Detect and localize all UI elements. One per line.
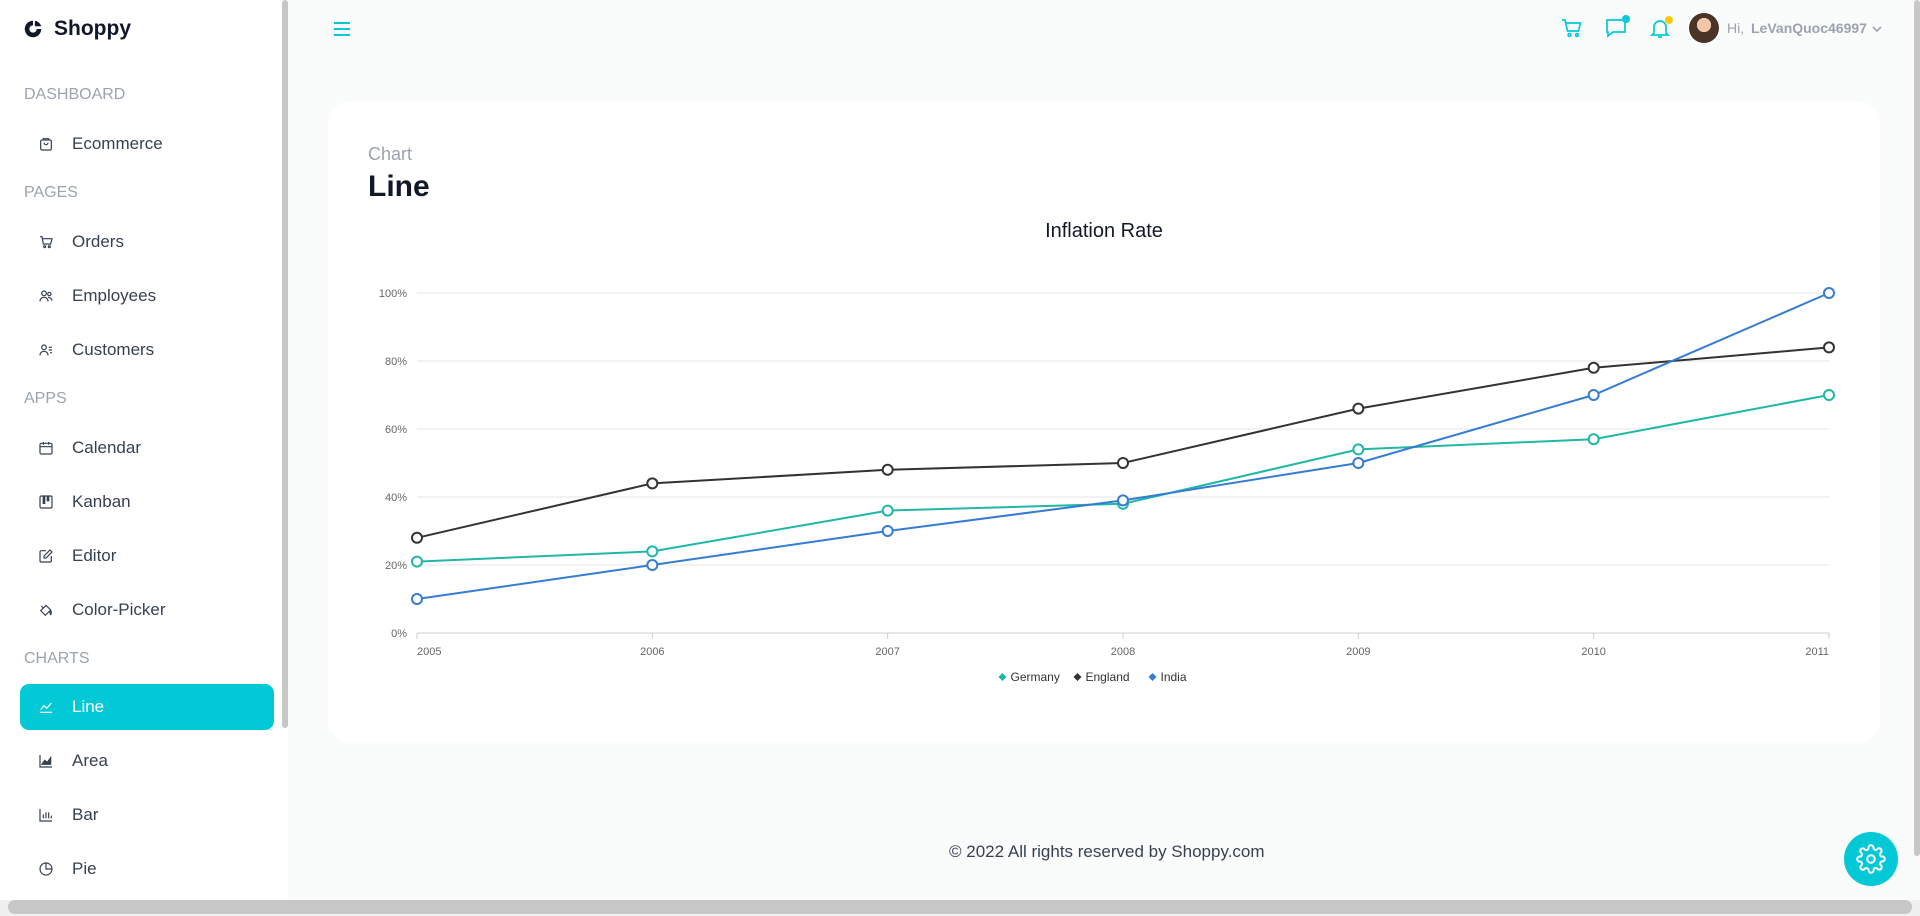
data-point-india bbox=[1823, 287, 1835, 299]
chart-grid: 0% 20% 40% 60% 80% 100% 2005 2006 2007 2008 2009 20… bbox=[379, 288, 1830, 658]
y-tick-label: 100% bbox=[379, 288, 407, 300]
data-point-india bbox=[646, 559, 659, 571]
data-point-england bbox=[1352, 402, 1365, 415]
data-point-germany bbox=[646, 545, 659, 558]
legend-label-england: England bbox=[1086, 670, 1130, 684]
data-point-india bbox=[1117, 494, 1129, 507]
x-tick-label: 2011 bbox=[1805, 646, 1829, 658]
data-point-england bbox=[1117, 457, 1129, 469]
legend-label-india: India bbox=[1161, 670, 1187, 684]
page-vertical-scrollbar[interactable] bbox=[1914, 0, 1920, 856]
chart-title: Inflation Rate bbox=[1045, 220, 1163, 242]
chart-legend: Germany England India bbox=[998, 670, 1187, 684]
y-tick-label: 80% bbox=[385, 356, 407, 368]
series-line-germany bbox=[416, 394, 1830, 563]
data-point-india bbox=[1587, 389, 1600, 401]
legend-marker-germany bbox=[998, 673, 1007, 681]
footer-copyright: © 2022 All rights reserved by Shoppy.com bbox=[949, 842, 1265, 861]
data-point-india bbox=[881, 525, 894, 537]
data-point-england bbox=[646, 477, 659, 490]
data-point-germany bbox=[1587, 433, 1600, 446]
data-point-germany bbox=[1823, 389, 1835, 401]
data-point-england bbox=[411, 531, 423, 544]
theme-settings-button[interactable] bbox=[1844, 832, 1898, 886]
x-tick-label: 2005 bbox=[417, 646, 441, 658]
legend-label-germany: Germany bbox=[1011, 670, 1060, 684]
data-point-germany bbox=[411, 555, 423, 568]
data-point-india bbox=[1352, 457, 1365, 469]
x-tick-label: 2007 bbox=[875, 646, 899, 658]
line-chart: Inflation Rate 0% 20% 40% 60% 80% 100% 2005 200… bbox=[379, 220, 1835, 684]
x-tick-label: 2006 bbox=[640, 646, 664, 658]
x-tick-label: 2010 bbox=[1581, 646, 1605, 658]
data-point-germany bbox=[1352, 443, 1365, 456]
y-tick-label: 0% bbox=[391, 628, 407, 640]
y-tick-label: 40% bbox=[385, 492, 407, 504]
x-tick-label: 2009 bbox=[1346, 646, 1370, 658]
legend-marker-england bbox=[1073, 673, 1082, 681]
data-point-england bbox=[881, 463, 894, 476]
gear-icon bbox=[1856, 844, 1886, 874]
legend-marker-india bbox=[1148, 673, 1157, 681]
y-tick-label: 20% bbox=[385, 560, 407, 572]
page-horizontal-scrollbar[interactable] bbox=[8, 900, 1912, 914]
data-point-england bbox=[1587, 361, 1600, 374]
data-point-england bbox=[1823, 341, 1835, 354]
x-tick-label: 2008 bbox=[1111, 646, 1135, 658]
y-tick-label: 60% bbox=[385, 424, 407, 436]
data-point-india bbox=[411, 593, 423, 605]
chart-series bbox=[411, 287, 1835, 605]
data-point-germany bbox=[881, 504, 894, 517]
